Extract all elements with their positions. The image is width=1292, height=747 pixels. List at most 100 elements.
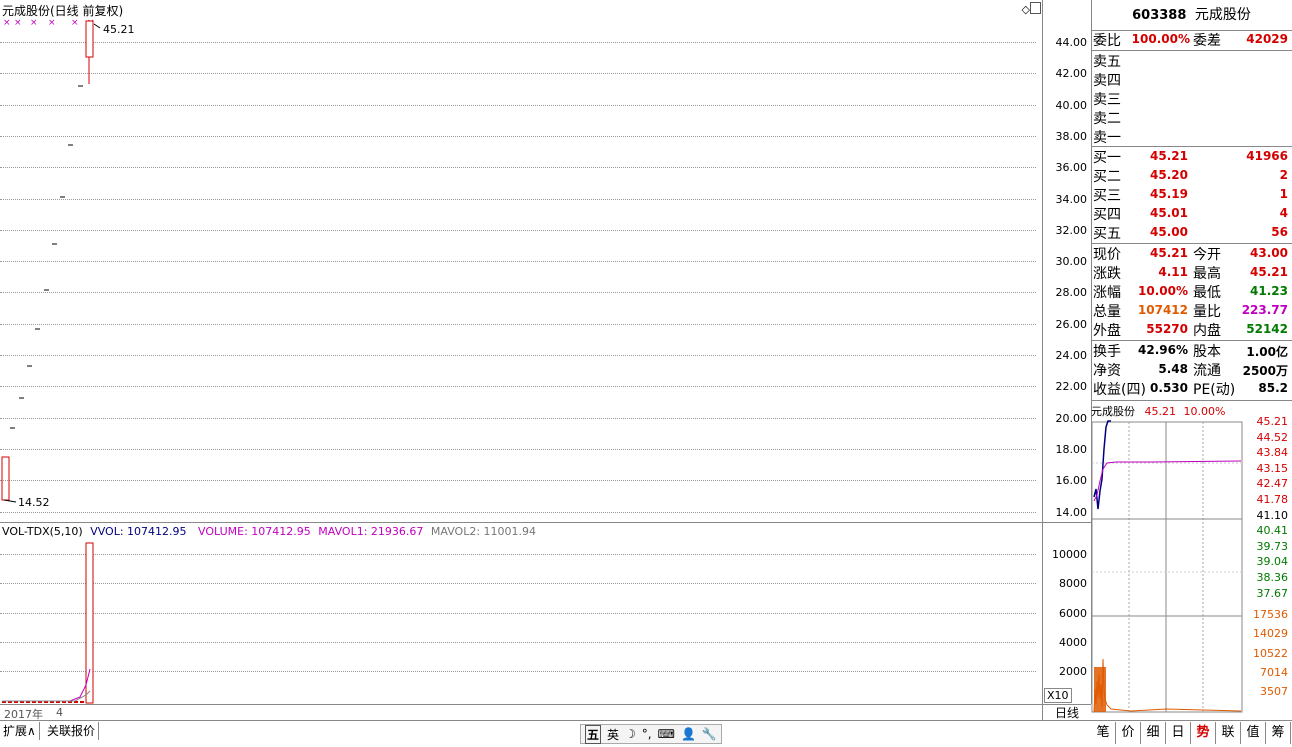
sell-row: 卖四 — [1091, 70, 1292, 89]
weicha-label: 委差 — [1193, 33, 1221, 49]
intraday-volume — [1094, 667, 1106, 712]
intraday-header: 元成股份 45.21 10.00% — [1091, 403, 1225, 419]
buy-price: 45.20 — [1150, 168, 1188, 182]
quote-row: 总量 107412 量比 223.77 — [1091, 301, 1292, 320]
intraday-price-tick: 44.52 — [1256, 430, 1289, 444]
mavol2-line — [2, 690, 91, 702]
intraday-price-tick: 45.21 — [1256, 415, 1289, 428]
intraday-volume-tick: 10522 — [1253, 646, 1288, 660]
tab-3[interactable]: 日 — [1166, 722, 1191, 744]
intraday-price-tick: 39.04 — [1256, 555, 1289, 569]
ime-item[interactable]: 👤 — [681, 727, 696, 741]
fund-row: 净资 5.48 流通 2500万 — [1091, 360, 1292, 379]
fund-row: 收益(四) 0.530 PE(动) 85.2 — [1091, 379, 1292, 398]
quote-value: 223.77 — [1241, 303, 1288, 317]
fund-row: 换手 42.96% 股本 1.00亿 — [1091, 341, 1292, 360]
volume-tick: 10000 — [1052, 548, 1087, 561]
bottom-toolbar: 扩展∧ 关联报价 五英 ☽ °, ⌨ 👤 🔧 笔价细日势联值筹 — [0, 720, 1292, 747]
intraday-price-tick: 43.84 — [1256, 446, 1289, 460]
intraday-volume — [1093, 658, 1242, 713]
fund-value: 5.48 — [1158, 362, 1188, 376]
kline-chart[interactable]: 元成股份(日线 前复权) ◇ × × × × × × 45.21 14.52 — [0, 0, 1042, 523]
fund-value: 85.2 — [1258, 381, 1288, 395]
fund-label: PE(动) — [1193, 382, 1236, 398]
price-tick: 16.00 — [1055, 474, 1088, 488]
buy-volume: 1 — [1279, 187, 1288, 201]
avg-line — [1093, 460, 1242, 502]
sell-row: 卖三 — [1091, 89, 1292, 108]
candle — [85, 20, 94, 58]
intraday-chart[interactable]: 元成股份 45.21 10.00% 45.21 44.52 43.84 43.15 42… — [1091, 401, 1292, 720]
tab-6[interactable]: 值 — [1241, 722, 1266, 744]
low-pointer — [3, 499, 17, 503]
sell-level-label: 卖三 — [1093, 92, 1121, 108]
quote-label: 总量 — [1093, 304, 1121, 320]
ime-item[interactable]: ☽ — [625, 727, 636, 741]
sell-row: 卖二 — [1091, 108, 1292, 127]
buy-level-label: 买三 — [1093, 188, 1121, 204]
tab-4[interactable]: 势 — [1191, 722, 1216, 744]
price-axis: 44.00 42.00 40.00 38.00 36.00 34.00 32.00 30.00… — [1042, 0, 1092, 704]
intraday-name: 元成股份 — [1091, 405, 1135, 418]
quote-value: 107412 — [1137, 303, 1188, 317]
volume-unit: X10 — [1044, 688, 1072, 703]
tab-2[interactable]: 细 — [1141, 722, 1166, 744]
stock-code: 603388 — [1132, 8, 1187, 23]
intraday-price-tick: 39.73 — [1256, 539, 1289, 553]
quote-value: 55270 — [1146, 322, 1188, 336]
fund-label: 净资 — [1093, 363, 1121, 379]
sell-level-label: 卖四 — [1093, 73, 1121, 89]
quote-value: 52142 — [1246, 322, 1288, 336]
ime-toolbar[interactable]: 五英 ☽ °, ⌨ 👤 🔧 — [580, 724, 722, 744]
tab-7[interactable]: 筹 — [1266, 722, 1291, 744]
quote-row: 外盘 55270 内盘 52142 — [1091, 320, 1292, 339]
ime-item[interactable]: °, — [642, 727, 652, 741]
intraday-price-tick: 40.41 — [1256, 524, 1289, 538]
quote-panel: 603388 元成股份 委比 100.00% 委差 42029 卖五 卖四 卖三 卖二… — [1091, 0, 1292, 722]
high-label: 45.21 — [103, 23, 135, 36]
price-tick: 18.00 — [1055, 442, 1088, 456]
ime-item[interactable]: ⌨ — [658, 727, 675, 741]
tab-1[interactable]: 价 — [1116, 722, 1141, 744]
high-pointer — [93, 23, 101, 29]
quote-label: 现价 — [1093, 247, 1121, 263]
volume-tick: 6000 — [1059, 606, 1087, 620]
price-tick: 14.00 — [1055, 505, 1088, 519]
quote-row: 涨幅 10.00% 最低 41.23 — [1091, 282, 1292, 301]
candles — [1, 20, 101, 503]
related-quote-button[interactable]: 关联报价 — [44, 722, 100, 740]
buy-volume: 4 — [1279, 206, 1288, 220]
buy-price: 45.01 — [1150, 206, 1188, 220]
fund-value: 1.00亿 — [1246, 345, 1288, 359]
tab-5[interactable]: 联 — [1216, 722, 1241, 744]
volume-bars — [2, 542, 94, 704]
mavol1-line — [2, 668, 91, 702]
quote-label: 外盘 — [1093, 323, 1121, 339]
buy-row: 买四 45.01 4 — [1091, 204, 1292, 223]
tab-0[interactable]: 笔 — [1091, 722, 1116, 744]
fund-value: 42.96% — [1138, 343, 1188, 357]
period-label[interactable]: 日线 — [1042, 704, 1091, 721]
buy-level-label: 买四 — [1093, 207, 1121, 223]
quote-row: 现价 45.21 今开 43.00 — [1091, 244, 1292, 263]
buy-volume: 56 — [1271, 225, 1288, 239]
buy-price: 45.19 — [1150, 187, 1188, 201]
volume-chart[interactable]: VOL-TDX(5,10) VVOL: 107412.95 VOLUME: 10… — [0, 523, 1042, 704]
ime-item[interactable]: 🔧 — [702, 727, 717, 741]
price-tick: 44.00 — [1055, 36, 1088, 49]
quote-label: 涨跌 — [1093, 266, 1121, 282]
price-tick: 28.00 — [1055, 286, 1088, 300]
buy-price: 45.21 — [1150, 149, 1188, 163]
price-tick: 40.00 — [1055, 98, 1088, 112]
ime-item[interactable]: 五 — [585, 724, 602, 744]
expand-button[interactable]: 扩展∧ — [0, 722, 40, 740]
fund-value: 2500万 — [1242, 364, 1288, 378]
intraday-volume-tick: 7014 — [1260, 665, 1288, 679]
price-tick: 42.00 — [1055, 67, 1088, 81]
buy-row: 买一 45.21 41966 — [1091, 147, 1292, 166]
ime-item[interactable]: 英 — [607, 726, 619, 743]
buy-row: 买五 45.00 56 — [1091, 223, 1292, 242]
sell-row: 卖五 — [1091, 51, 1292, 70]
quote-label: 涨幅 — [1093, 285, 1121, 301]
intraday-volume-tick: 14029 — [1253, 627, 1288, 641]
